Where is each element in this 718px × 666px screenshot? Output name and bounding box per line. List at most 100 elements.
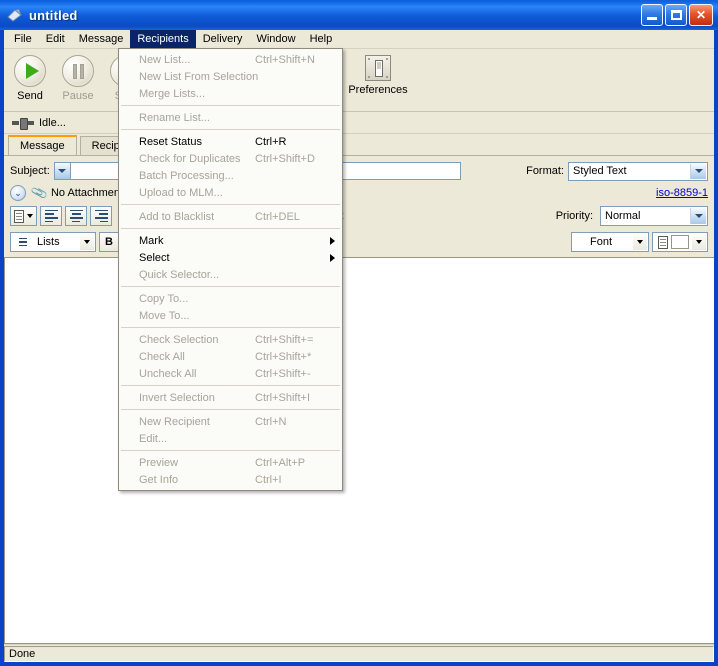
menu-item-shortcut: Ctrl+Shift+= (255, 333, 314, 346)
connection-status-strip: Idle... (4, 112, 714, 134)
tab-message[interactable]: Message (8, 135, 77, 155)
menu-item-invert-selection: Invert Selection Ctrl+Shift+I (119, 389, 342, 406)
menu-item-label: Upload to MLM... (139, 186, 223, 199)
document-icon (14, 209, 24, 223)
paperclip-icon: 📎 (30, 183, 49, 203)
align-center-icon (69, 209, 83, 223)
send-button[interactable]: Send (6, 51, 54, 109)
page-color-icon (658, 235, 668, 249)
preferences-label: Preferences (348, 84, 408, 96)
menu-item-rename-list: Rename List... (119, 109, 342, 126)
preferences-button[interactable]: Preferences (340, 51, 416, 109)
menu-item-label: Get Info (139, 473, 179, 486)
menu-item-label: Rename List... (139, 111, 210, 124)
menu-item-get-info: Get Info Ctrl+I (119, 471, 342, 488)
priority-select[interactable]: Normal (600, 206, 708, 226)
menu-item-label: New List From Selection (139, 70, 259, 83)
menu-item-label: Preview (139, 456, 179, 469)
menu-item-shortcut: Ctrl+Shift+D (255, 152, 315, 165)
menu-item-label: Quick Selector... (139, 268, 220, 281)
pause-label: Pause (62, 90, 94, 102)
lists-dropdown[interactable]: Lists (10, 232, 96, 252)
menu-separator (121, 286, 340, 287)
menu-item-move-to: Move To... (119, 307, 342, 324)
align-left-icon (44, 209, 58, 223)
formatting-toolbar-second: Lists B Font (10, 230, 708, 254)
align-right-button[interactable] (90, 206, 112, 226)
window-title: untitled (29, 7, 78, 23)
expand-toggle-icon[interactable]: ⌄ (10, 185, 26, 201)
pause-button[interactable]: Pause (54, 51, 102, 109)
menu-file[interactable]: File (7, 30, 39, 48)
menu-bar: File Edit Message Recipients Delivery Wi… (4, 30, 714, 49)
menu-item-label: Merge Lists... (139, 87, 206, 100)
menu-item-label: Edit... (139, 432, 168, 445)
maximize-button[interactable] (665, 4, 687, 26)
menu-separator (121, 450, 340, 451)
subject-row: Subject: Format: Styled Text (10, 160, 708, 182)
menu-window[interactable]: Window (249, 30, 302, 48)
recipients-dropdown-menu: New List... Ctrl+Shift+N New List From Sel… (118, 48, 343, 491)
priority-value: Normal (605, 210, 641, 222)
close-button[interactable]: ✕ (689, 4, 713, 26)
menu-item-label: Mark (139, 234, 164, 247)
menu-item-label: Copy To... (139, 292, 189, 305)
chevron-down-icon (690, 163, 706, 179)
menu-delivery[interactable]: Delivery (196, 30, 250, 48)
menu-separator (121, 105, 340, 106)
menu-item-shortcut: Ctrl+Alt+P (255, 456, 306, 469)
font-dropdown[interactable]: Font (571, 232, 649, 252)
menu-separator (121, 385, 340, 386)
color-swatch (671, 235, 689, 249)
align-center-button[interactable] (65, 206, 87, 226)
style-dropdown-button[interactable] (10, 206, 37, 226)
menu-separator (121, 327, 340, 328)
window-controls: ✕ (641, 4, 713, 26)
subject-history-dropdown[interactable] (53, 162, 71, 180)
menu-edit[interactable]: Edit (39, 30, 72, 48)
menu-item-label: Invert Selection (139, 391, 215, 404)
menu-recipients[interactable]: Recipients (130, 30, 196, 48)
font-label: Font (590, 236, 613, 248)
format-select[interactable]: Styled Text (568, 161, 708, 181)
pause-icon (62, 55, 94, 87)
menu-item-label: Select (139, 251, 170, 264)
menu-item-label: Move To... (139, 309, 190, 322)
menu-item-label: Uncheck All (139, 367, 197, 380)
menu-item-select[interactable]: Select (119, 249, 342, 266)
compose-header: Subject: Format: Styled Text ⌄ 📎 No Atta… (4, 155, 714, 257)
menu-item-label: New List... (139, 53, 191, 66)
menu-item-merge-lists: Merge Lists... (119, 85, 342, 102)
charset-link[interactable]: iso-8859-1 (656, 187, 708, 199)
view-tabs: Message Recipients (4, 134, 714, 155)
align-left-button[interactable] (40, 206, 62, 226)
menu-item-mark[interactable]: Mark (119, 232, 342, 249)
menu-item-copy-to: Copy To... (119, 290, 342, 307)
chevron-down-icon (80, 234, 94, 250)
format-value: Styled Text (573, 165, 627, 177)
subject-label: Subject: (10, 165, 50, 177)
format-label: Format: (526, 165, 564, 177)
message-body-editor[interactable] (4, 257, 714, 644)
status-bar: Done (4, 644, 714, 662)
menu-item-shortcut: Ctrl+Shift+N (255, 53, 315, 66)
formatting-toolbar: ceipt Priority: Normal (10, 204, 708, 228)
send-label: Send (17, 90, 43, 102)
minimize-button[interactable] (641, 4, 663, 26)
menu-help[interactable]: Help (303, 30, 340, 48)
priority-label: Priority: (555, 210, 593, 222)
play-icon (14, 55, 46, 87)
menu-item-reset-status[interactable]: Reset Status Ctrl+R (119, 133, 342, 150)
color-dropdown[interactable] (652, 232, 708, 252)
bold-button[interactable]: B (99, 232, 119, 252)
menu-item-shortcut: Ctrl+Shift+I (255, 391, 311, 404)
menu-item-label: Reset Status (139, 135, 202, 148)
chevron-down-icon (27, 214, 33, 218)
menu-item-new-list-from-selection: New List From Selection (119, 68, 342, 85)
menu-item-label: Check Selection (139, 333, 219, 346)
connection-status-text: Idle... (39, 116, 66, 129)
menu-item-new-list: New List... Ctrl+Shift+N (119, 51, 342, 68)
switch-icon (365, 55, 391, 81)
menu-item-preview: Preview Ctrl+Alt+P (119, 454, 342, 471)
menu-message[interactable]: Message (72, 30, 131, 48)
